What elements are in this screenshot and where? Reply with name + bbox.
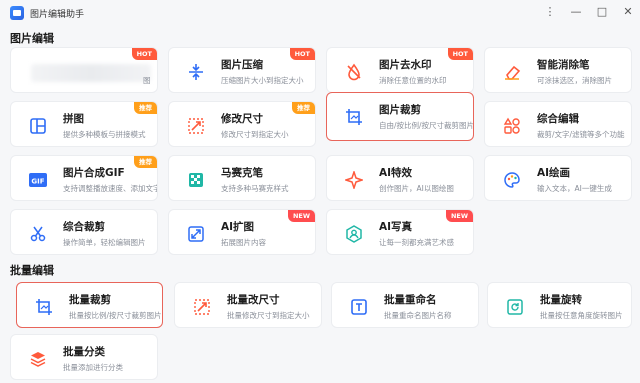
tool-desc: 压缩图片大小到指定大小: [221, 76, 304, 85]
batch-card-crop[interactable]: 批量裁剪 批量按比例/按尺寸裁剪图片: [16, 282, 163, 328]
portrait-icon: [343, 223, 365, 245]
tool-desc: 图: [143, 76, 151, 85]
tool-card-ai-portrait[interactable]: AI写真 让每一刻都充满艺术感 NEW: [326, 209, 474, 255]
tool-card-blurred[interactable]: 图 HOT: [10, 47, 158, 93]
scissors-icon: [27, 223, 49, 245]
new-badge: NEW: [287, 210, 315, 222]
tool-desc: 裁剪/文字/滤镜等多个功能: [537, 130, 625, 139]
sparkle-icon: [343, 169, 365, 191]
tool-desc: 批量修改尺寸到指定大小: [227, 311, 310, 320]
close-button[interactable]: ✕: [622, 5, 634, 19]
tool-desc: 自由/按比例/按尺寸裁剪图片: [379, 121, 474, 130]
title-bar: 图片编辑助手 ⋮ — □ ✕: [0, 0, 640, 26]
tool-name: 修改尺寸: [221, 113, 263, 125]
tool-desc: 批量按比例/按尺寸裁剪图片: [69, 311, 162, 320]
tool-desc: 批量重命名图片名称: [384, 311, 452, 320]
tool-desc: 让每一刻都充满艺术感: [379, 238, 454, 247]
window-controls: ⋮ — □ ✕: [544, 5, 634, 19]
tool-card-eraser[interactable]: 智能消除笔 可涂抹选区，消除图片: [484, 47, 632, 93]
tool-name: 综合编辑: [537, 113, 579, 125]
tool-desc: 创作图片，AI以图绘图: [379, 184, 454, 193]
tool-desc: 支持调整播放速度、添加文字: [63, 184, 158, 193]
tool-name: 图片去水印: [379, 59, 432, 71]
tool-card-composite-crop[interactable]: 综合裁剪 操作简单，轻松编辑图片: [10, 209, 158, 255]
app-logo-icon: [10, 6, 24, 20]
tool-name: 批量改尺寸: [227, 294, 280, 306]
tool-name: 批量分类: [63, 346, 105, 358]
recommend-badge: 推荐: [134, 102, 157, 114]
shapes-icon: [501, 115, 523, 137]
maximize-button[interactable]: □: [596, 5, 608, 19]
batch-resize-icon: [191, 296, 213, 318]
tool-name: 图片裁剪: [379, 104, 421, 116]
app-title: 图片编辑助手: [30, 9, 85, 20]
tool-name: 图片压缩: [221, 59, 263, 71]
tool-desc: 支持多种马赛克样式: [221, 184, 289, 193]
hot-badge: HOT: [289, 48, 315, 60]
tool-desc: 消除任意位置的水印: [379, 76, 447, 85]
recommend-badge: 推荐: [134, 156, 157, 168]
expand-icon: [185, 223, 207, 245]
section-title-edit: 图片编辑: [10, 32, 54, 45]
tool-card-composite-edit[interactable]: 综合编辑 裁剪/文字/滤镜等多个功能: [484, 101, 632, 147]
tool-card-resize[interactable]: 修改尺寸 修改尺寸到指定大小 推荐: [168, 101, 316, 147]
tool-name: AI扩图: [221, 221, 255, 233]
tool-name: 批量重命名: [384, 294, 437, 306]
new-badge: NEW: [445, 210, 473, 222]
tool-name: 批量裁剪: [69, 294, 111, 306]
tool-card-ai-expand[interactable]: AI扩图 拓展图片内容 NEW: [168, 209, 316, 255]
tool-name: 批量旋转: [540, 294, 582, 306]
batch-card-classify[interactable]: 批量分类 批量添加进行分类: [10, 334, 158, 380]
mosaic-icon: [185, 169, 207, 191]
batch-rotate-icon: [504, 296, 526, 318]
tool-card-ai-effects[interactable]: AI特效 创作图片，AI以图绘图: [326, 155, 474, 201]
tool-desc: 拓展图片内容: [221, 238, 266, 247]
hot-badge: HOT: [131, 48, 157, 60]
tool-desc: 可涂抹选区，消除图片: [537, 76, 612, 85]
more-menu-button[interactable]: ⋮: [544, 5, 556, 19]
tool-name: AI特效: [379, 167, 413, 179]
tool-name: 马赛克笔: [221, 167, 263, 179]
tool-card-collage[interactable]: 拼图 提供多种模板与拼接模式 推荐: [10, 101, 158, 147]
batch-rename-icon: [348, 296, 370, 318]
batch-crop-icon: [33, 296, 55, 318]
crop-icon: [343, 106, 365, 128]
tool-card-ai-painting[interactable]: AI绘画 输入文本，AI一键生成: [484, 155, 632, 201]
batch-card-resize[interactable]: 批量改尺寸 批量修改尺寸到指定大小: [174, 282, 322, 328]
resize-icon: [185, 115, 207, 137]
collage-icon: [27, 115, 49, 137]
svg-text:GIF: GIF: [31, 178, 44, 186]
batch-classify-icon: [27, 348, 49, 370]
tool-desc: 批量按任意角度旋转图片: [540, 311, 623, 320]
batch-card-rotate[interactable]: 批量旋转 批量按任意角度旋转图片: [487, 282, 632, 328]
eraser-icon: [501, 61, 523, 83]
minimize-button[interactable]: —: [570, 5, 582, 19]
tool-card-mosaic[interactable]: 马赛克笔 支持多种马赛克样式: [168, 155, 316, 201]
tool-desc: 输入文本，AI一键生成: [537, 184, 612, 193]
tool-name: 智能消除笔: [537, 59, 590, 71]
tool-desc: 批量添加进行分类: [63, 363, 123, 372]
tool-card-watermark[interactable]: 图片去水印 消除任意位置的水印 HOT: [326, 47, 474, 93]
tool-name: 图片合成GIF: [63, 167, 125, 179]
compress-icon: [185, 61, 207, 83]
gif-icon: GIF: [27, 169, 49, 191]
tool-name: 综合裁剪: [63, 221, 105, 233]
tool-card-crop[interactable]: 图片裁剪 自由/按比例/按尺寸裁剪图片: [326, 92, 474, 141]
tool-name: AI写真: [379, 221, 413, 233]
section-title-batch: 批量编辑: [10, 264, 54, 277]
palette-icon: [501, 169, 523, 191]
batch-card-rename[interactable]: 批量重命名 批量重命名图片名称: [331, 282, 479, 328]
blurred-content: [31, 64, 151, 82]
tool-card-compress[interactable]: 图片压缩 压缩图片大小到指定大小 HOT: [168, 47, 316, 93]
recommend-badge: 推荐: [292, 102, 315, 114]
tool-name: AI绘画: [537, 167, 571, 179]
tool-name: 拼图: [63, 113, 84, 125]
hot-badge: HOT: [447, 48, 473, 60]
tool-desc: 提供多种模板与拼接模式: [63, 130, 146, 139]
watermark-remove-icon: [343, 61, 365, 83]
tool-desc: 操作简单，轻松编辑图片: [63, 238, 146, 247]
tool-card-gif[interactable]: GIF 图片合成GIF 支持调整播放速度、添加文字 推荐: [10, 155, 158, 201]
tool-desc: 修改尺寸到指定大小: [221, 130, 289, 139]
